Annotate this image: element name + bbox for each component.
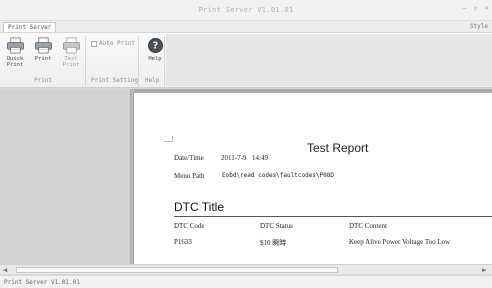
preview-area[interactable]: Test Report Date/Time 2011-7-9 14:49 Men… bbox=[130, 89, 492, 264]
status-text: Print Server V1.01.01 bbox=[4, 279, 80, 286]
help-icon: ? bbox=[147, 38, 163, 53]
corner-mark bbox=[164, 136, 173, 142]
column-header-dtc-content: DTC Content bbox=[349, 222, 387, 230]
window-title: Print Server V1.01.01 bbox=[198, 6, 294, 14]
divider bbox=[174, 216, 492, 217]
auto-print-label: Auto Print bbox=[99, 40, 136, 47]
scroll-thumb[interactable] bbox=[16, 267, 338, 273]
title-bar: Print Server V1.01.01 – ▫ × bbox=[0, 0, 492, 21]
group-separator bbox=[85, 36, 86, 86]
maximize-icon[interactable]: ▫ bbox=[472, 4, 479, 12]
scroll-right-icon[interactable]: ▶ bbox=[482, 266, 486, 274]
time-value: 14:49 bbox=[252, 154, 268, 162]
group-label-help: Help bbox=[145, 77, 160, 84]
tab-print-server[interactable]: Print Server bbox=[3, 22, 57, 32]
close-icon[interactable]: × bbox=[483, 4, 490, 12]
printer-icon bbox=[34, 37, 52, 54]
text-printer-icon bbox=[62, 37, 80, 54]
style-menu[interactable]: Style bbox=[470, 23, 488, 30]
report-title: Test Report bbox=[307, 141, 369, 155]
auto-print-checkbox[interactable]: Auto Print bbox=[91, 40, 135, 47]
minimize-icon[interactable]: – bbox=[461, 4, 468, 12]
print-button[interactable]: Print bbox=[31, 37, 55, 62]
group-label-print-setting: Print Setting bbox=[91, 77, 138, 84]
column-header-dtc-status: DTC Status bbox=[260, 222, 293, 230]
preview-top-strip bbox=[134, 89, 492, 93]
status-bar: Print Server V1.01.01 bbox=[0, 275, 492, 288]
ribbon-tab-row: Print Server Style bbox=[0, 21, 492, 32]
printer-icon bbox=[6, 37, 24, 54]
ribbon-empty-area bbox=[166, 34, 492, 86]
print-label: Print bbox=[34, 56, 52, 62]
dtc-content-cell: Keep Alive Power Voltage Too Low bbox=[349, 238, 451, 246]
date-value: 2011-7-9 bbox=[221, 154, 247, 162]
quick-print-label: Quick Print bbox=[6, 56, 24, 68]
group-separator bbox=[164, 36, 165, 86]
report-page: Test Report Date/Time 2011-7-9 14:49 Men… bbox=[134, 93, 492, 264]
text-print-button[interactable]: Text Print bbox=[59, 37, 83, 68]
dtc-code-cell: P1633 bbox=[174, 238, 192, 246]
date-label: Date/Time bbox=[174, 154, 204, 162]
group-separator bbox=[138, 36, 139, 86]
checkbox-box[interactable] bbox=[91, 40, 97, 47]
menu-path-label: Menu Path bbox=[174, 172, 205, 180]
ribbon: Quick Print Print Text Print Auto Print … bbox=[0, 32, 492, 88]
window-controls: – ▫ × bbox=[461, 4, 490, 12]
help-label: Help bbox=[148, 56, 162, 62]
group-label-print: Print bbox=[34, 77, 53, 84]
svg-text:?: ? bbox=[152, 41, 157, 52]
menu-path-value: Eobd\read codes\faultcodes\P08D bbox=[222, 172, 334, 179]
dtc-title: DTC Title bbox=[174, 200, 225, 214]
quick-print-button[interactable]: Quick Print bbox=[3, 37, 27, 68]
column-header-dtc-code: DTC Code bbox=[174, 222, 205, 230]
text-print-label: Text Print bbox=[62, 56, 80, 68]
left-pane bbox=[0, 89, 130, 264]
scroll-left-icon[interactable]: ◀ bbox=[3, 266, 7, 274]
dtc-status-cell: $10 瞬時 bbox=[260, 239, 287, 247]
horizontal-scrollbar[interactable]: ◀ ▶ bbox=[0, 264, 492, 274]
